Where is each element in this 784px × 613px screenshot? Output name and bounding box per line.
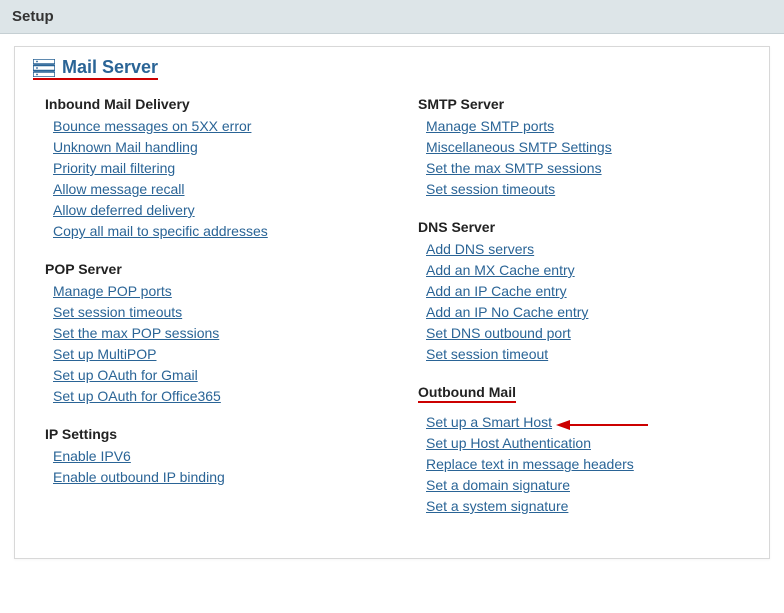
panel-title-underline: Mail Server xyxy=(33,57,158,80)
link-dns-session-timeout[interactable]: Set session timeout xyxy=(426,346,548,362)
section-heading: IP Settings xyxy=(45,426,378,442)
panel-title: Mail Server xyxy=(62,57,158,78)
annotation-arrow-icon xyxy=(556,417,648,436)
link-allow-deferred-delivery[interactable]: Allow deferred delivery xyxy=(53,202,195,218)
link-copy-all-mail[interactable]: Copy all mail to specific addresses xyxy=(53,223,268,239)
link-max-pop-sessions[interactable]: Set the max POP sessions xyxy=(53,325,219,341)
link-enable-ipv6[interactable]: Enable IPV6 xyxy=(53,448,131,464)
link-pop-session-timeouts[interactable]: Set session timeouts xyxy=(53,304,182,320)
link-max-smtp-sessions[interactable]: Set the max SMTP sessions xyxy=(426,160,602,176)
link-add-dns-servers[interactable]: Add DNS servers xyxy=(426,241,534,257)
link-manage-pop-ports[interactable]: Manage POP ports xyxy=(53,283,172,299)
link-smtp-session-timeouts[interactable]: Set session timeouts xyxy=(426,181,555,197)
link-misc-smtp-settings[interactable]: Miscellaneous SMTP Settings xyxy=(426,139,612,155)
link-host-authentication[interactable]: Set up Host Authentication xyxy=(426,435,591,451)
section-inbound-mail-delivery: Inbound Mail Delivery Bounce messages on… xyxy=(45,96,378,239)
link-add-mx-cache[interactable]: Add an MX Cache entry xyxy=(426,262,575,278)
link-oauth-gmail[interactable]: Set up OAuth for Gmail xyxy=(53,367,198,383)
left-column: Inbound Mail Delivery Bounce messages on… xyxy=(45,96,378,536)
section-heading: POP Server xyxy=(45,261,378,277)
section-ip-settings: IP Settings Enable IPV6 Enable outbound … xyxy=(45,426,378,485)
link-add-ip-no-cache[interactable]: Add an IP No Cache entry xyxy=(426,304,588,320)
columns-container: Inbound Mail Delivery Bounce messages on… xyxy=(33,96,751,536)
section-heading: SMTP Server xyxy=(418,96,751,112)
link-system-signature[interactable]: Set a system signature xyxy=(426,498,568,514)
page-header-title: Setup xyxy=(12,8,54,25)
mail-server-icon xyxy=(33,59,55,77)
section-dns-server: DNS Server Add DNS servers Add an MX Cac… xyxy=(418,219,751,362)
section-heading: Inbound Mail Delivery xyxy=(45,96,378,112)
section-smtp-server: SMTP Server Manage SMTP ports Miscellane… xyxy=(418,96,751,197)
section-heading: Outbound Mail xyxy=(418,384,516,403)
section-outbound-mail: Outbound Mail Set up a Smart Host Set up… xyxy=(418,384,751,514)
link-unknown-mail-handling[interactable]: Unknown Mail handling xyxy=(53,139,198,155)
link-priority-mail-filtering[interactable]: Priority mail filtering xyxy=(53,160,175,176)
right-column: SMTP Server Manage SMTP ports Miscellane… xyxy=(418,96,751,536)
link-manage-smtp-ports[interactable]: Manage SMTP ports xyxy=(426,118,554,134)
page-header: Setup xyxy=(0,0,784,34)
link-smart-host[interactable]: Set up a Smart Host xyxy=(426,414,552,430)
main-panel: Mail Server Inbound Mail Delivery Bounce… xyxy=(14,46,770,559)
link-dns-outbound-port[interactable]: Set DNS outbound port xyxy=(426,325,571,341)
link-outbound-ip-binding[interactable]: Enable outbound IP binding xyxy=(53,469,225,485)
smart-host-row: Set up a Smart Host xyxy=(418,414,751,430)
section-pop-server: POP Server Manage POP ports Set session … xyxy=(45,261,378,404)
link-multipop[interactable]: Set up MultiPOP xyxy=(53,346,157,362)
link-add-ip-cache[interactable]: Add an IP Cache entry xyxy=(426,283,567,299)
section-heading-wrap: Outbound Mail xyxy=(418,384,751,409)
link-bounce-messages[interactable]: Bounce messages on 5XX error xyxy=(53,118,251,134)
link-allow-message-recall[interactable]: Allow message recall xyxy=(53,181,185,197)
link-replace-headers[interactable]: Replace text in message headers xyxy=(426,456,634,472)
link-oauth-office365[interactable]: Set up OAuth for Office365 xyxy=(53,388,221,404)
panel-title-row: Mail Server xyxy=(33,57,751,80)
section-heading: DNS Server xyxy=(418,219,751,235)
link-domain-signature[interactable]: Set a domain signature xyxy=(426,477,570,493)
